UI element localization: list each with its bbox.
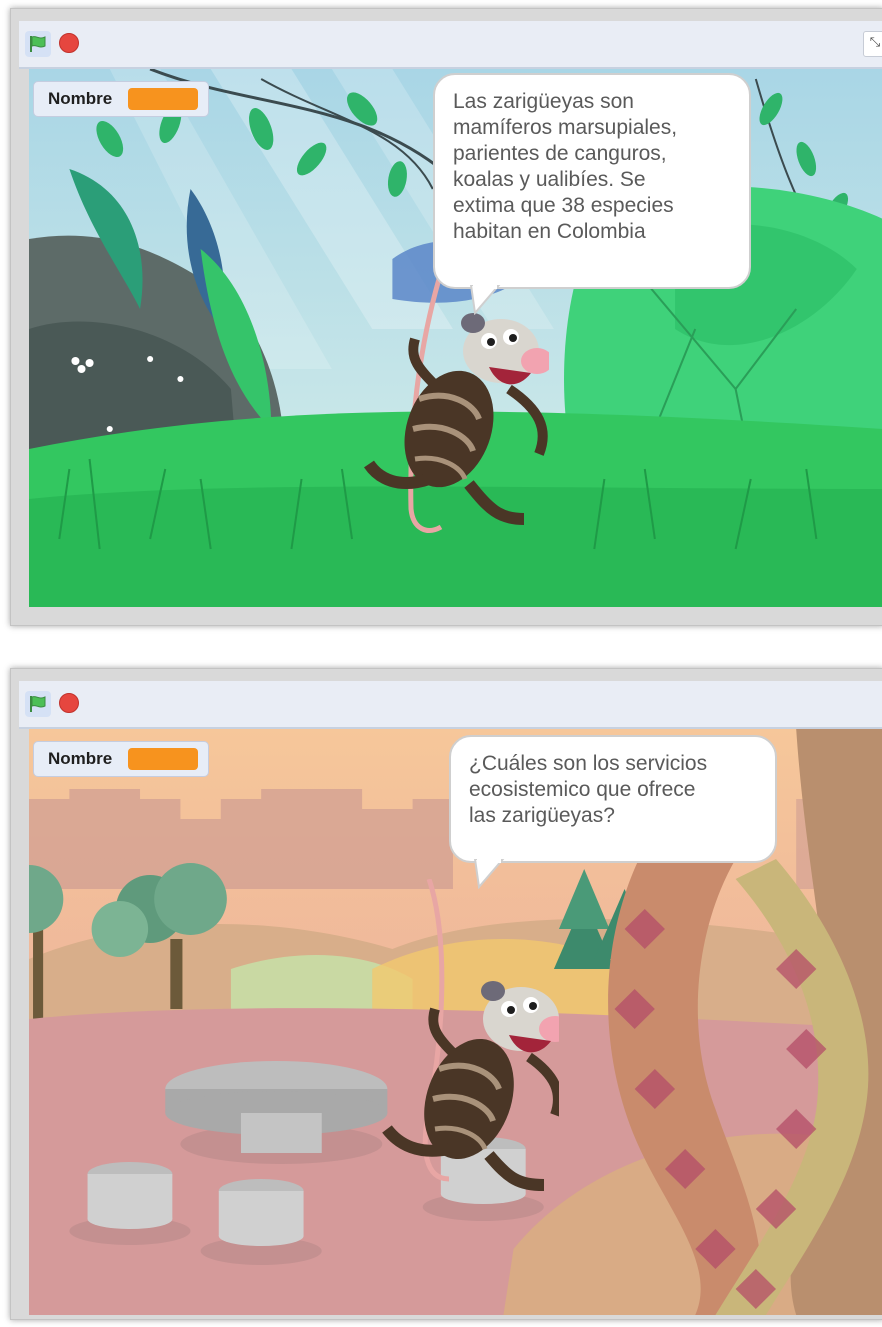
variable-label: Nombre (48, 749, 113, 768)
opossum-sprite[interactable] (359, 879, 559, 1209)
speech-bubble-tail (473, 859, 505, 889)
opossum-sprite[interactable] (349, 269, 549, 539)
stage-canvas[interactable]: Nombre Las zarigüeyas son mamíferos mars… (29, 69, 882, 607)
speech-bubble: Las zarigüeyas son mamíferos marsupiales… (433, 73, 751, 289)
variable-label: Nombre (48, 89, 113, 108)
green-flag-icon (30, 696, 46, 712)
stage-canvas[interactable]: Nombre ¿Cuáles son los servicios ecosist… (29, 729, 882, 1315)
stage-window-1: ⤡ Nombre Las zarigüeyas son mamíferos ma… (10, 8, 882, 626)
variable-value (128, 88, 199, 110)
stop-button[interactable] (59, 33, 79, 53)
variable-monitor[interactable]: Nombre (33, 81, 210, 117)
stage-toolbar (19, 681, 882, 729)
stage-window-2: Nombre ¿Cuáles son los servicios ecosist… (10, 668, 882, 1320)
green-flag-button[interactable] (25, 691, 51, 717)
variable-monitor[interactable]: Nombre (33, 741, 210, 777)
speech-bubble-tail (469, 285, 501, 315)
green-flag-icon (30, 36, 46, 52)
stage-toolbar: ⤡ (19, 21, 882, 69)
fullscreen-icon: ⤡ (869, 35, 881, 50)
green-flag-button[interactable] (25, 31, 51, 57)
fullscreen-button[interactable]: ⤡ (863, 31, 882, 57)
stop-button[interactable] (59, 693, 79, 713)
speech-bubble: ¿Cuáles son los servicios ecosistemico q… (449, 735, 777, 863)
variable-value (128, 748, 199, 770)
